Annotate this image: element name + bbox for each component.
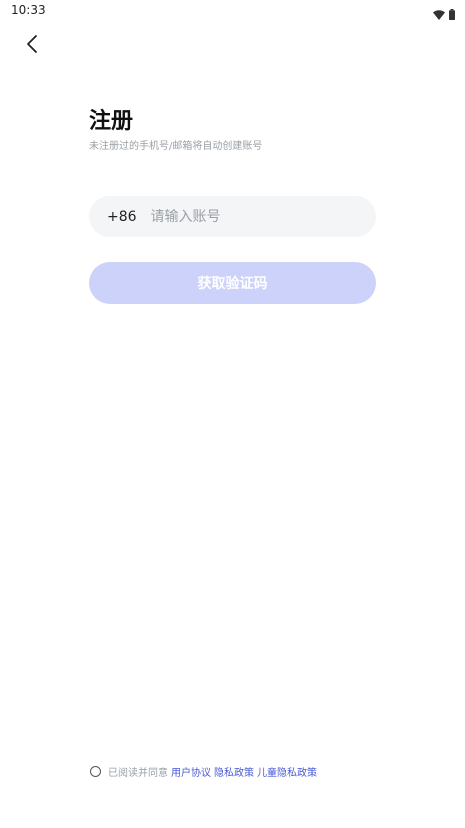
page-title: 注册 [89, 109, 134, 134]
page-subtitle: 未注册过的手机号/邮箱将自动创建账号 [89, 141, 263, 152]
account-input[interactable] [150, 208, 351, 225]
back-button[interactable] [18, 32, 46, 60]
account-field[interactable]: +86 [89, 196, 376, 237]
user-agreement-link[interactable]: 用户协议 [171, 764, 211, 779]
status-bar: 10:33 [0, 0, 465, 24]
child-privacy-policy-link[interactable]: 儿童隐私政策 [257, 764, 317, 779]
agree-radio[interactable] [90, 766, 101, 777]
chevron-left-icon [25, 34, 39, 58]
status-icons [433, 5, 455, 24]
battery-icon [449, 5, 455, 24]
agreement-prefix: 已阅读并同意 [108, 768, 168, 779]
status-time: 10:33 [11, 3, 46, 17]
agreement: 已阅读并同意 用户协议 隐私政策 儿童隐私政策 [90, 764, 317, 779]
get-code-button[interactable]: 获取验证码 [89, 262, 376, 304]
country-code[interactable]: +86 [107, 209, 137, 225]
privacy-policy-link[interactable]: 隐私政策 [214, 764, 254, 779]
wifi-icon [433, 5, 445, 24]
